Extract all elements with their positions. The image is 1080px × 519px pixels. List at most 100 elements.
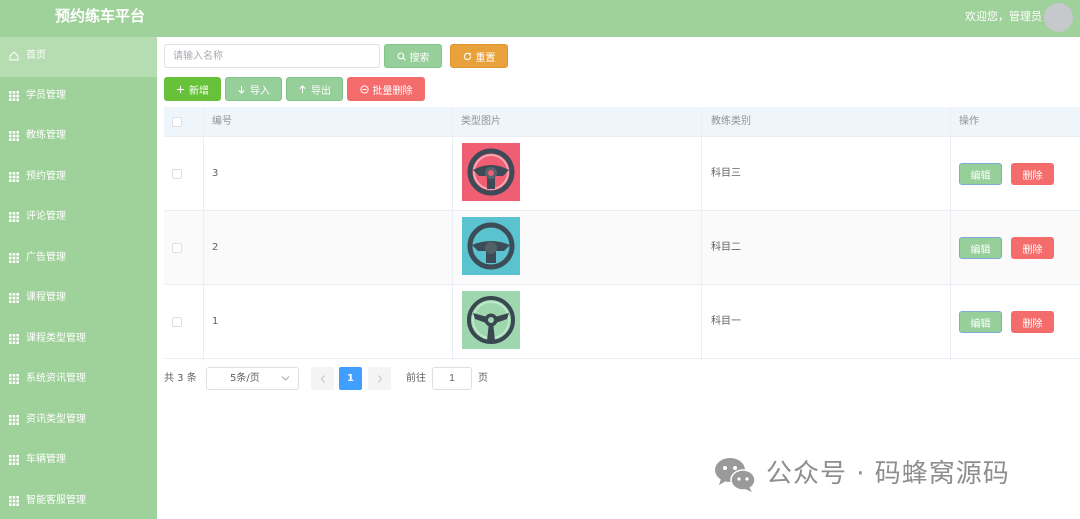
table-header: 编号 类型图片 教练类别 操作 [164,107,1080,137]
page-size-select[interactable]: 5条/页 [206,367,299,390]
cell-category: 科目三 [711,168,741,179]
reset-button-label: 重置 [475,52,496,64]
reset-button[interactable]: 重置 [450,44,508,68]
grid-icon [9,253,19,263]
chevron-down-icon [281,376,290,381]
page-number-current[interactable]: 1 [339,367,362,390]
sidebar-item-label: 智能客服管理 [26,495,86,506]
row-checkbox[interactable] [172,243,182,253]
grid-icon [9,415,19,425]
add-button-label: 新增 [189,85,209,97]
grid-icon [9,131,19,141]
cell-number: 2 [212,242,219,253]
sidebar-item-smart-service[interactable]: 智能客服管理 [0,482,157,519]
brand-title: 预约练车平台 [55,7,146,25]
grid-icon [9,293,19,303]
batch-delete-button[interactable]: 批量删除 [347,77,425,101]
grid-icon [9,374,19,384]
chevron-left-icon [320,374,325,383]
row-checkbox[interactable] [172,169,182,179]
grid-icon [9,455,19,465]
header-category: 教练类别 [711,116,751,127]
header-number: 编号 [212,116,232,127]
cell-number: 3 [212,168,219,179]
grid-icon [9,172,19,182]
column-divider [203,107,204,360]
sidebar-item-label: 课程类型管理 [26,333,86,344]
prev-page-button[interactable] [311,367,334,390]
page-suffix: 页 [478,373,488,384]
batch-delete-button-label: 批量删除 [372,85,413,97]
top-header: 预约练车平台 欢迎您，管理员 [0,0,1080,37]
table-row: 2 科目二 编辑 删除 [164,211,1080,285]
select-all-checkbox[interactable] [172,117,182,127]
sidebar: 首页 学员管理 教练管理 预约管理 评论管理 广告管理 课程管理 课程类型管理 [0,37,157,519]
edit-button[interactable]: 编辑 [959,311,1002,333]
export-button[interactable]: 导出 [286,77,343,101]
row-checkbox[interactable] [172,317,182,327]
chevron-right-icon [377,374,382,383]
cell-number: 1 [212,316,219,327]
search-button-label: 搜索 [409,52,430,64]
sidebar-item-home[interactable]: 首页 [0,37,157,77]
goto-label: 前往 [406,373,426,384]
sidebar-item-coaches[interactable]: 教练管理 [0,117,157,157]
pagination-total: 共 3 条 [164,373,197,384]
sidebar-item-course-types[interactable]: 课程类型管理 [0,320,157,360]
delete-button[interactable]: 删除 [1011,237,1054,259]
grid-icon [9,212,19,222]
sidebar-item-system-news[interactable]: 系统资讯管理 [0,360,157,400]
sidebar-item-news-types[interactable]: 资讯类型管理 [0,401,157,441]
arrow-down-icon [238,85,245,94]
import-button[interactable]: 导入 [225,77,282,101]
welcome-text: 欢迎您，管理员 [965,10,1042,23]
sidebar-item-label: 资讯类型管理 [26,414,86,425]
steering-wheel-teal-icon [462,217,520,275]
sidebar-item-ads[interactable]: 广告管理 [0,239,157,279]
sidebar-item-label: 首页 [26,50,46,61]
header-image: 类型图片 [461,116,501,127]
sidebar-item-label: 教练管理 [26,130,66,141]
sidebar-item-label: 预约管理 [26,171,66,182]
grid-icon [9,496,19,506]
sidebar-item-label: 学员管理 [26,90,66,101]
sidebar-item-courses[interactable]: 课程管理 [0,279,157,319]
sidebar-item-vehicles[interactable]: 车辆管理 [0,441,157,481]
delete-button[interactable]: 删除 [1011,311,1054,333]
sidebar-item-label: 评论管理 [26,211,66,222]
edit-button[interactable]: 编辑 [959,163,1002,185]
search-button[interactable]: 搜索 [384,44,442,68]
steering-wheel-red-icon [462,143,520,201]
column-divider [950,107,951,360]
sidebar-item-label: 广告管理 [26,252,66,263]
column-divider [452,107,453,360]
wechat-icon [715,458,756,492]
table-row: 1 科目一 编辑 删除 [164,285,1080,359]
grid-icon [9,334,19,344]
import-button-label: 导入 [250,85,270,97]
sidebar-item-comments[interactable]: 评论管理 [0,198,157,238]
refresh-icon [463,52,471,60]
cell-category: 科目一 [711,316,741,327]
steering-wheel-green-icon [462,291,520,349]
page-size-value: 5条/页 [230,373,260,384]
search-icon [396,51,406,61]
grid-icon [9,91,19,101]
cell-category: 科目二 [711,242,741,253]
add-button[interactable]: 新增 [164,77,221,101]
minus-circle-icon [359,84,369,94]
next-page-button[interactable] [368,367,391,390]
data-table: 编号 类型图片 教练类别 操作 3 科目三 编辑 删除 2 科目二 编辑 删除 … [164,107,1080,360]
sidebar-item-students[interactable]: 学员管理 [0,77,157,117]
sidebar-item-label: 课程管理 [26,292,66,303]
arrow-up-icon [299,84,306,93]
avatar[interactable] [1044,3,1073,32]
plus-icon [176,85,185,93]
sidebar-item-appointments[interactable]: 预约管理 [0,158,157,198]
edit-button[interactable]: 编辑 [959,237,1002,259]
export-button-label: 导出 [311,85,331,97]
goto-page-input[interactable] [432,367,472,390]
delete-button[interactable]: 删除 [1011,163,1054,185]
search-input[interactable] [164,44,380,68]
column-divider [701,107,702,360]
